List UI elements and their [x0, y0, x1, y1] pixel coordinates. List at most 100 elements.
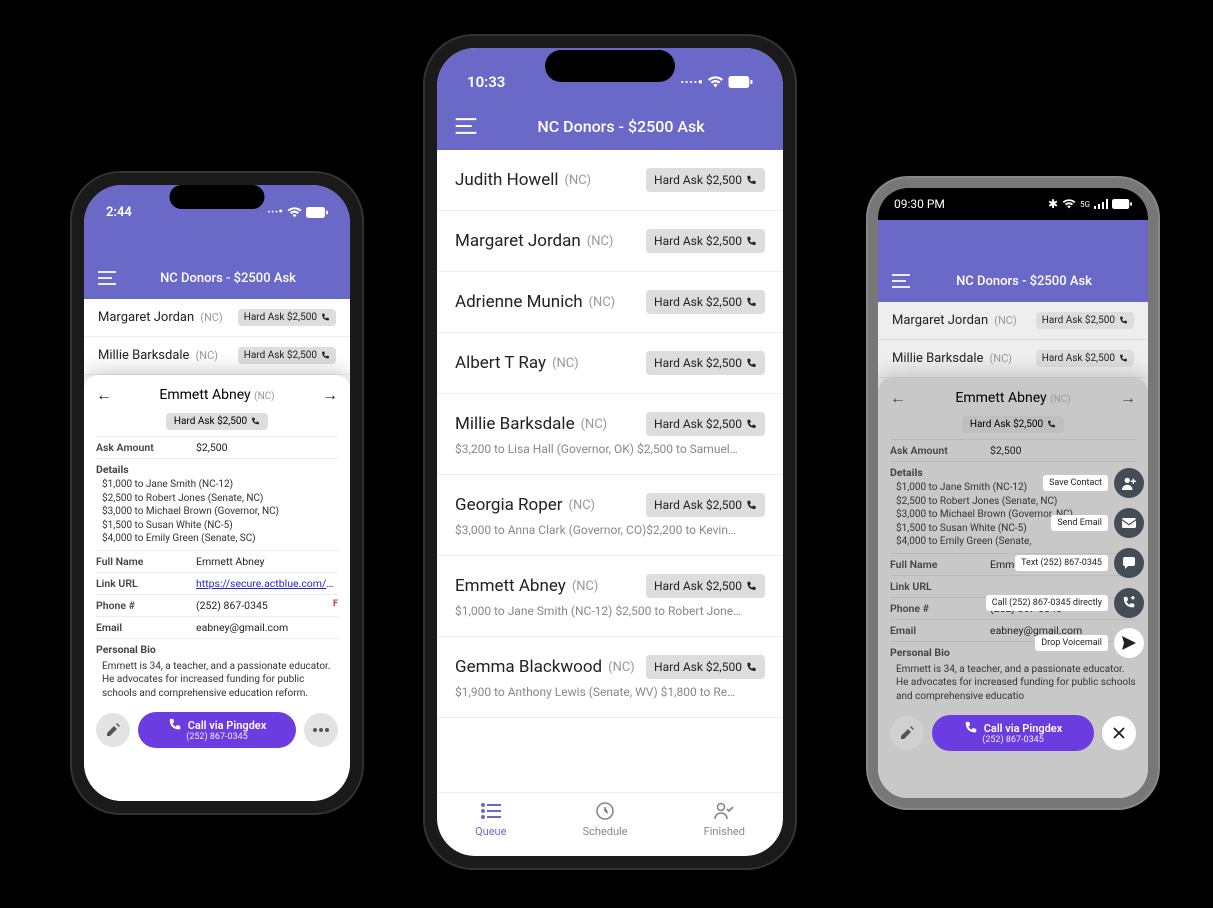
tab-finished[interactable]: Finished [704, 801, 745, 838]
queue-state: (NC) [587, 234, 614, 249]
link-label: Link URL [96, 577, 196, 590]
fab-text-label: Text (252) 867-0345 [1015, 555, 1108, 571]
fab-save-contact[interactable] [1114, 468, 1144, 498]
queue-row[interactable]: Adrienne Munich(NC)Hard Ask $2,500 [437, 272, 783, 333]
queue-name: Millie Barksdale [98, 348, 189, 363]
phone-icon [321, 313, 330, 322]
call-via-pingdex-button[interactable]: Call via Pingdex (252) 867-0345 [932, 715, 1094, 751]
queue-row[interactable]: Georgia Roper(NC)Hard Ask $2,500$3,000 t… [437, 475, 783, 556]
phone-icon [746, 175, 757, 186]
camera-punch [1007, 196, 1019, 208]
dots-icon [313, 728, 329, 732]
next-button[interactable]: → [322, 385, 338, 405]
queue-row[interactable]: Margaret Jordan(NC)Hard Ask $2,500 [437, 211, 783, 272]
phone-label: Phone # [890, 602, 990, 615]
fab-call-direct[interactable] [1114, 588, 1144, 618]
next-button[interactable]: → [1120, 388, 1136, 408]
queue-row[interactable]: Millie Barksdale(NC)Hard Ask $2,500$3,20… [437, 394, 783, 475]
ask-pill: Hard Ask $2,500 [646, 412, 765, 436]
queue-row[interactable]: Albert T Ray(NC)Hard Ask $2,500 [437, 333, 783, 394]
queue-state: (NC) [608, 660, 635, 675]
queue-list[interactable]: Margaret Jordan (NC) Hard Ask $2,500 Mil… [878, 302, 1148, 798]
bluetooth-icon: ✱ [1048, 197, 1058, 211]
detail-name: Emmett Abney (NC) [112, 387, 322, 403]
queue-row[interactable]: Emmett Abney(NC)Hard Ask $2,500$1,000 to… [437, 556, 783, 637]
tab-label: Finished [704, 825, 745, 838]
battery-icon [306, 207, 328, 218]
link-label: Link URL [890, 580, 990, 593]
pencil-icon [105, 722, 121, 738]
ask-pill: Hard Ask $2,500 [1036, 350, 1134, 367]
details-label: Details [96, 458, 338, 478]
prev-button[interactable]: ← [890, 388, 906, 408]
queue-name: Albert T Ray [455, 353, 546, 373]
app-header: NC Donors - $2500 Ask [84, 257, 350, 299]
fab-vm-label: Drop Voicemail [1035, 635, 1108, 651]
phone-forward-icon [1122, 596, 1136, 610]
email-label: Email [96, 621, 196, 634]
prev-button[interactable]: ← [96, 385, 112, 405]
queue-row[interactable]: Gemma Blackwood(NC)Hard Ask $2,500$1,900… [437, 637, 783, 718]
phone-value: (252) 867-0345 [196, 599, 333, 612]
fab-call-label: Call (252) 867-0345 directly [986, 595, 1108, 611]
queue-row[interactable]: Margaret Jordan (NC) Hard Ask $2,500 [84, 299, 350, 337]
details-line: $3,000 to Michael Brown (Governor, NC) [102, 505, 338, 519]
fab-send-email[interactable] [1114, 508, 1144, 538]
battery-icon [728, 76, 753, 88]
ask-pill: Hard Ask $2,500 [238, 347, 336, 364]
edit-button[interactable] [96, 713, 130, 747]
bottom-tabs: Queue Schedule Finished [437, 792, 783, 856]
fab-text[interactable] [1114, 548, 1144, 578]
detail-name: Emmett Abney (NC) [906, 390, 1120, 406]
call-via-pingdex-button[interactable]: Call via Pingdex (252) 867-0345 [138, 712, 296, 748]
bio-text: Emmett is 34, a teacher, and a passionat… [96, 658, 338, 709]
queue-list[interactable]: Judith Howell(NC)Hard Ask $2,500Margaret… [437, 150, 783, 792]
fab-email-label: Send Email [1051, 515, 1108, 531]
send-icon [1122, 636, 1136, 650]
more-button[interactable] [304, 713, 338, 747]
status-time: 2:44 [106, 205, 132, 220]
details-line: $1,500 to Susan White (NC-5) [102, 519, 338, 533]
queue-row[interactable]: Millie Barksdale (NC) Hard Ask $2,500 [878, 340, 1148, 378]
details-line: $4,000 to Emily Green (Senate, SC) [102, 532, 338, 546]
list-icon [481, 801, 501, 821]
queue-sub: $3,200 to Lisa Hall (Governor, OK) $2,50… [455, 442, 765, 456]
phone-left: 2:44 ···• NC Donors - $2500 Ask Margaret… [72, 173, 362, 813]
notch [545, 50, 675, 82]
queue-row[interactable]: Millie Barksdale (NC) Hard Ask $2,500 [84, 337, 350, 375]
clock-icon [595, 801, 615, 821]
queue-state: (NC) [569, 498, 596, 513]
phone-icon [1119, 354, 1128, 363]
actions-fab-stack: Save Contact Send Email Text (252) 867-0… [986, 468, 1144, 658]
tab-queue[interactable]: Queue [475, 801, 506, 838]
menu-icon[interactable] [892, 274, 914, 288]
close-actions-button[interactable] [1102, 716, 1136, 750]
fullname-value: Emmett Abney [196, 555, 338, 568]
app-header: NC Donors - $2500 Ask [437, 102, 783, 150]
link-value[interactable]: https://secure.actblue.com/dor [196, 577, 338, 590]
phone-out-icon [964, 721, 978, 735]
phone-icon [746, 419, 757, 430]
status-icons: ···• [267, 205, 328, 220]
queue-state: (NC) [994, 314, 1016, 327]
queue-name: Millie Barksdale [892, 351, 983, 366]
phone-icon [1047, 420, 1056, 429]
ask-pill: Hard Ask $2,500 [646, 168, 765, 192]
phone-center-screen: 10:33 ····• NC Donors - $2500 Ask Judith… [437, 48, 783, 856]
queue-list[interactable]: Margaret Jordan (NC) Hard Ask $2,500 Mil… [84, 299, 350, 801]
queue-state: (NC) [572, 579, 599, 594]
queue-row[interactable]: Judith Howell(NC)Hard Ask $2,500 [437, 150, 783, 211]
tab-schedule[interactable]: Schedule [583, 801, 628, 838]
edit-button[interactable] [890, 716, 924, 750]
notch [170, 185, 265, 209]
header-title: NC Donors - $2500 Ask [914, 274, 1134, 289]
queue-sub: $1,900 to Anthony Lewis (Senate, WV) $1,… [455, 685, 765, 699]
queue-row[interactable]: Margaret Jordan (NC) Hard Ask $2,500 [878, 302, 1148, 340]
menu-icon[interactable] [455, 118, 477, 134]
queue-name: Emmett Abney [455, 576, 566, 596]
queue-sub: $1,000 to Jane Smith (NC-12) $2,500 to R… [455, 604, 765, 618]
close-icon [1113, 727, 1125, 739]
fab-drop-voicemail[interactable] [1114, 628, 1144, 658]
menu-icon[interactable] [98, 271, 120, 285]
phone-icon [1119, 316, 1128, 325]
